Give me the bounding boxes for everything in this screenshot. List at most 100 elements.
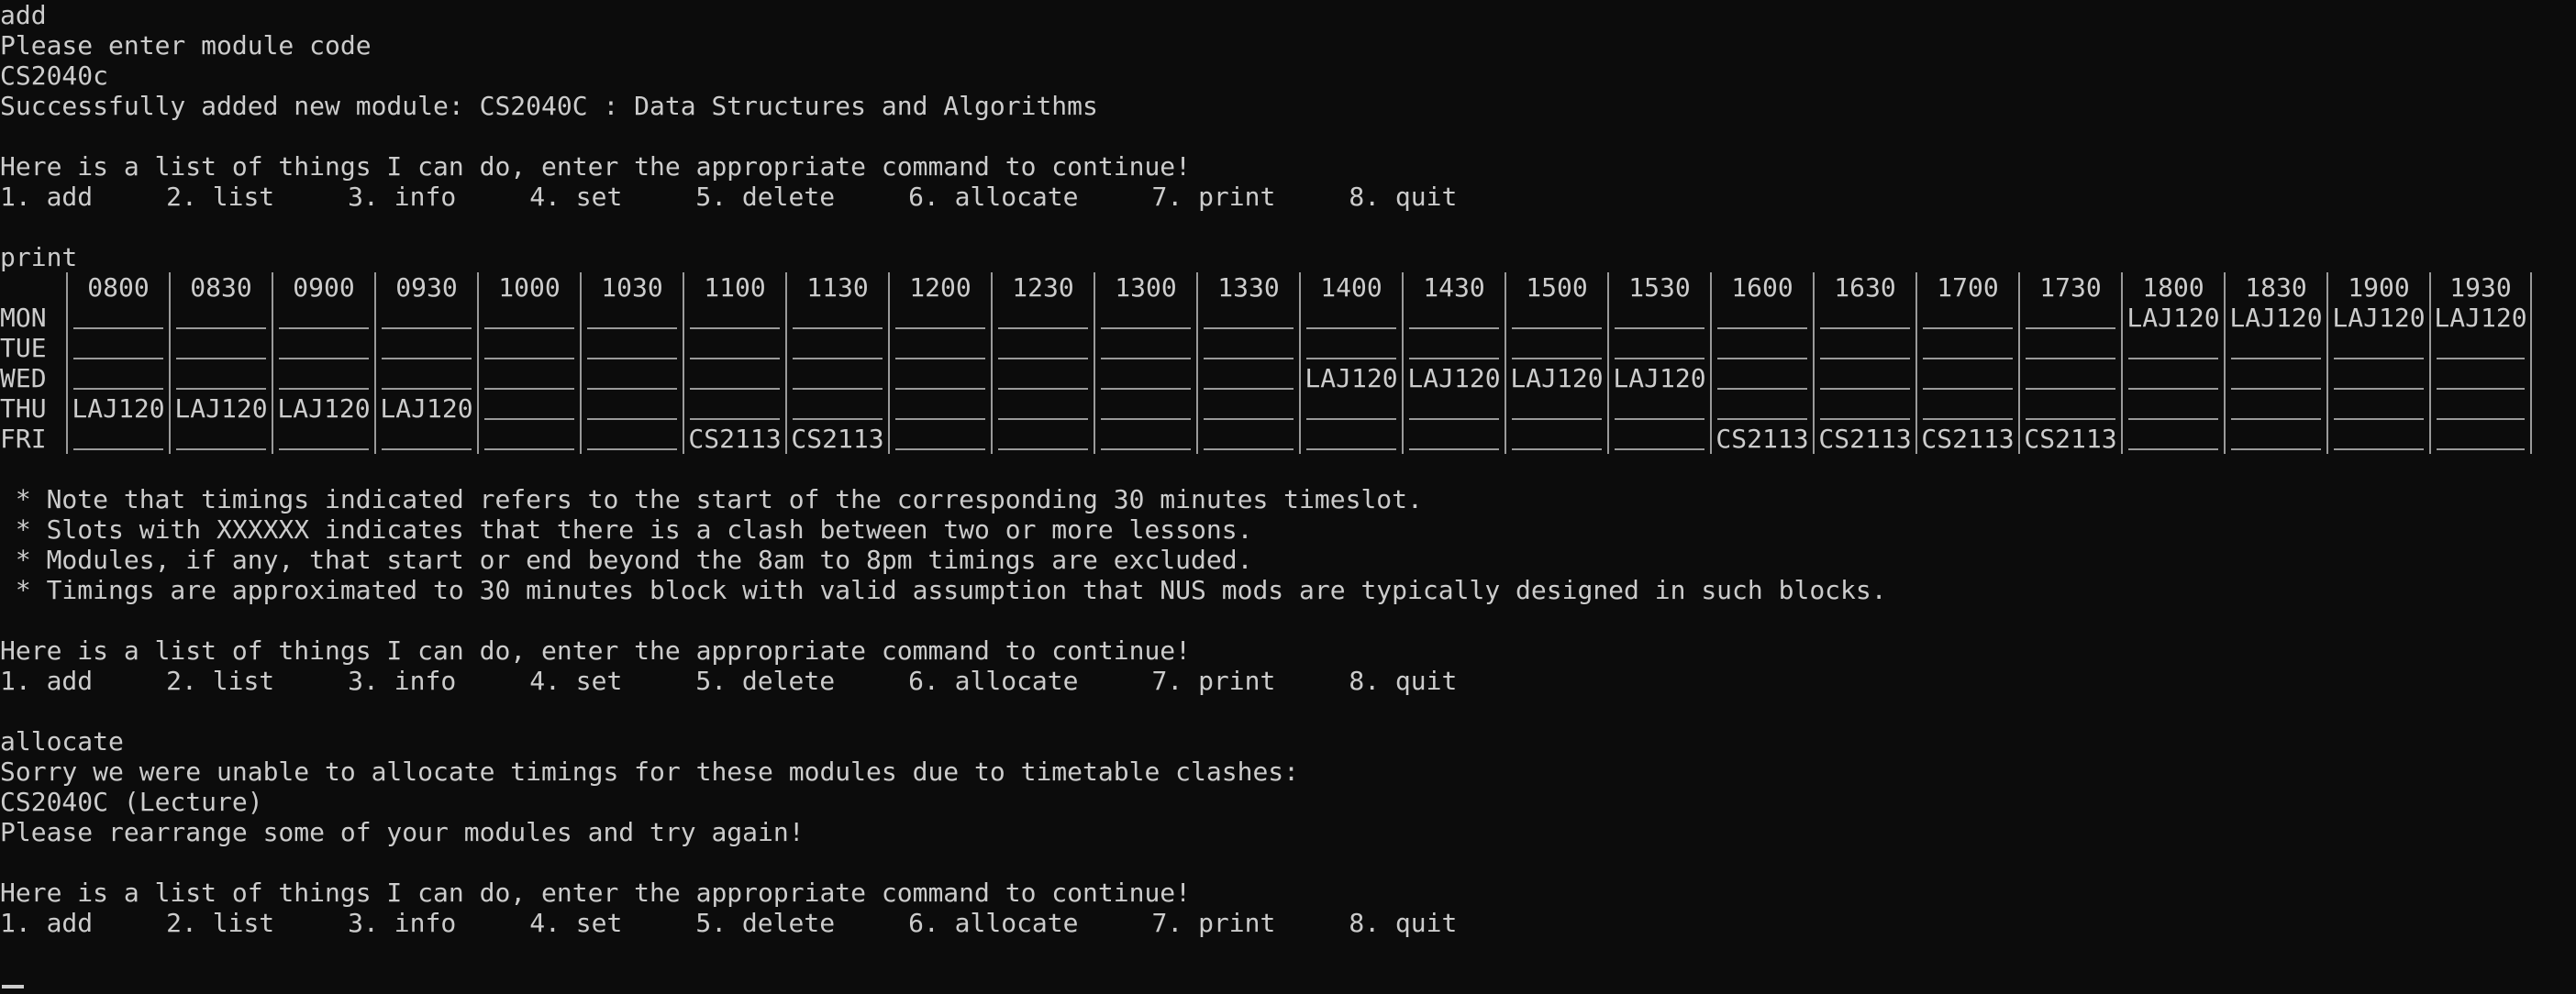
note-line: * Timings are approximated to 30 minutes… xyxy=(0,575,1887,605)
timeslot-header: 1100 xyxy=(704,272,766,303)
menu-item-set: 4. set xyxy=(529,666,623,696)
module-code: CS2113 xyxy=(1818,424,1912,454)
timeslot-column: 1500 LAJ120 xyxy=(1505,272,1607,454)
command-print: print xyxy=(0,242,78,272)
timetable-cell xyxy=(684,363,785,393)
menu-intro: Here is a list of things I can do, enter… xyxy=(0,635,1192,666)
console-window[interactable]: add Please enter module code CS2040c Suc… xyxy=(0,0,2576,994)
timeslot-header: 1200 xyxy=(909,272,972,303)
timetable-cell: CS2113 xyxy=(684,424,785,454)
timeslot-column: 1530 LAJ120 xyxy=(1607,272,1710,454)
timeslot-column: 1200 xyxy=(888,272,991,454)
timetable-cell xyxy=(1712,333,1813,363)
retry-message: Please rearrange some of your modules an… xyxy=(0,817,805,847)
menu-intro: Here is a list of things I can do, enter… xyxy=(0,151,1192,182)
timetable-cell xyxy=(1198,303,1299,333)
timeslot-column: 1800 LAJ120 xyxy=(2121,272,2224,454)
timetable-cell: LAJ120 xyxy=(68,393,169,424)
day-label-mon: MON xyxy=(0,303,47,333)
day-label-wed: WED xyxy=(0,363,47,393)
timeslot-column: 1430 LAJ120 xyxy=(1402,272,1505,454)
timetable-cell xyxy=(1095,333,1196,363)
text-cursor xyxy=(2,985,24,988)
timetable-cell: LAJ120 xyxy=(1609,363,1710,393)
timetable-cell xyxy=(582,303,683,333)
timetable-cell xyxy=(2123,393,2224,424)
timetable-cell: LAJ120 xyxy=(2226,303,2326,333)
menu-item-list: 2. list xyxy=(166,908,275,938)
timetable-cell xyxy=(1095,393,1196,424)
timetable-cell xyxy=(1506,393,1607,424)
timetable-cell xyxy=(1712,303,1813,333)
timeslot-header: 0900 xyxy=(293,272,355,303)
menu-intro: Here is a list of things I can do, enter… xyxy=(0,878,1192,908)
timetable-cell xyxy=(1301,424,1402,454)
timeslot-column: 0800 LAJ120 xyxy=(66,272,169,454)
timetable-cell xyxy=(1404,303,1505,333)
module-code: LAJ120 xyxy=(1407,363,1501,393)
timetable-cell xyxy=(993,303,1094,333)
timeslot-header: 0830 xyxy=(190,272,252,303)
timetable-cell xyxy=(68,333,169,363)
timetable-cell xyxy=(582,333,683,363)
timeslot-header: 1130 xyxy=(806,272,869,303)
timetable-cell xyxy=(2020,363,2121,393)
timetable-cell xyxy=(1609,303,1710,333)
timetable-cell: CS2113 xyxy=(1712,424,1813,454)
timeslot-column: 1030 xyxy=(580,272,683,454)
menu-item-set: 4. set xyxy=(529,908,623,938)
timeslot-header: 1930 xyxy=(2449,272,2512,303)
timetable-cell xyxy=(1198,393,1299,424)
menu-item-info: 3. info xyxy=(348,908,457,938)
timetable-cell xyxy=(787,363,888,393)
timetable-cell xyxy=(171,363,272,393)
timeslot-column: 1300 xyxy=(1094,272,1196,454)
timetable-cell: LAJ120 xyxy=(2431,303,2530,333)
timetable-cell xyxy=(273,363,374,393)
module-code: LAJ120 xyxy=(2229,303,2323,333)
timeslot-column: 1600 CS2113 xyxy=(1710,272,1813,454)
timetable-cell xyxy=(2431,393,2530,424)
timeslot-header: 1700 xyxy=(1937,272,1999,303)
menu-item-print: 7. print xyxy=(1151,666,1276,696)
timeslot-header: 1900 xyxy=(2348,272,2410,303)
timetable-cell: LAJ120 xyxy=(2123,303,2224,333)
module-code: LAJ120 xyxy=(380,393,473,424)
timetable-cell xyxy=(1917,363,2018,393)
timetable-cell xyxy=(890,424,991,454)
timeslot-header: 1030 xyxy=(601,272,663,303)
module-code: LAJ120 xyxy=(1305,363,1398,393)
timeslot-header: 1800 xyxy=(2142,272,2204,303)
menu-item-add: 1. add xyxy=(0,908,94,938)
timetable-cell xyxy=(2328,333,2429,363)
timeslot-header: 1300 xyxy=(1115,272,1177,303)
menu-item-add: 1. add xyxy=(0,666,94,696)
timetable-cell xyxy=(684,333,785,363)
timeslot-header: 1630 xyxy=(1834,272,1896,303)
command-add: add xyxy=(0,0,47,30)
input-module-code: CS2040c xyxy=(0,61,109,91)
timetable-cell xyxy=(1301,393,1402,424)
timetable-cell xyxy=(171,303,272,333)
timeslot-column: 0900 LAJ120 xyxy=(272,272,374,454)
timetable-cell xyxy=(2226,363,2326,393)
clash-module-item: CS2040C (Lecture) xyxy=(0,787,263,817)
timetable-cell xyxy=(582,393,683,424)
timetable-cell xyxy=(1712,393,1813,424)
timetable-cell xyxy=(2020,333,2121,363)
timetable-cell xyxy=(479,424,580,454)
timeslot-header: 0930 xyxy=(395,272,458,303)
timetable-cell xyxy=(273,303,374,333)
timeslot-column: 0930 LAJ120 xyxy=(374,272,477,454)
timetable-cell xyxy=(1095,363,1196,393)
timetable-cell: LAJ120 xyxy=(1301,363,1402,393)
timetable-cell xyxy=(273,424,374,454)
timetable-cell xyxy=(1095,303,1196,333)
timeslot-column: 1330 xyxy=(1196,272,1299,454)
timetable-cell xyxy=(1712,363,1813,393)
timetable-cell xyxy=(479,303,580,333)
success-message: Successfully added new module: CS2040C :… xyxy=(0,91,1098,121)
timeslot-header: 0800 xyxy=(87,272,150,303)
